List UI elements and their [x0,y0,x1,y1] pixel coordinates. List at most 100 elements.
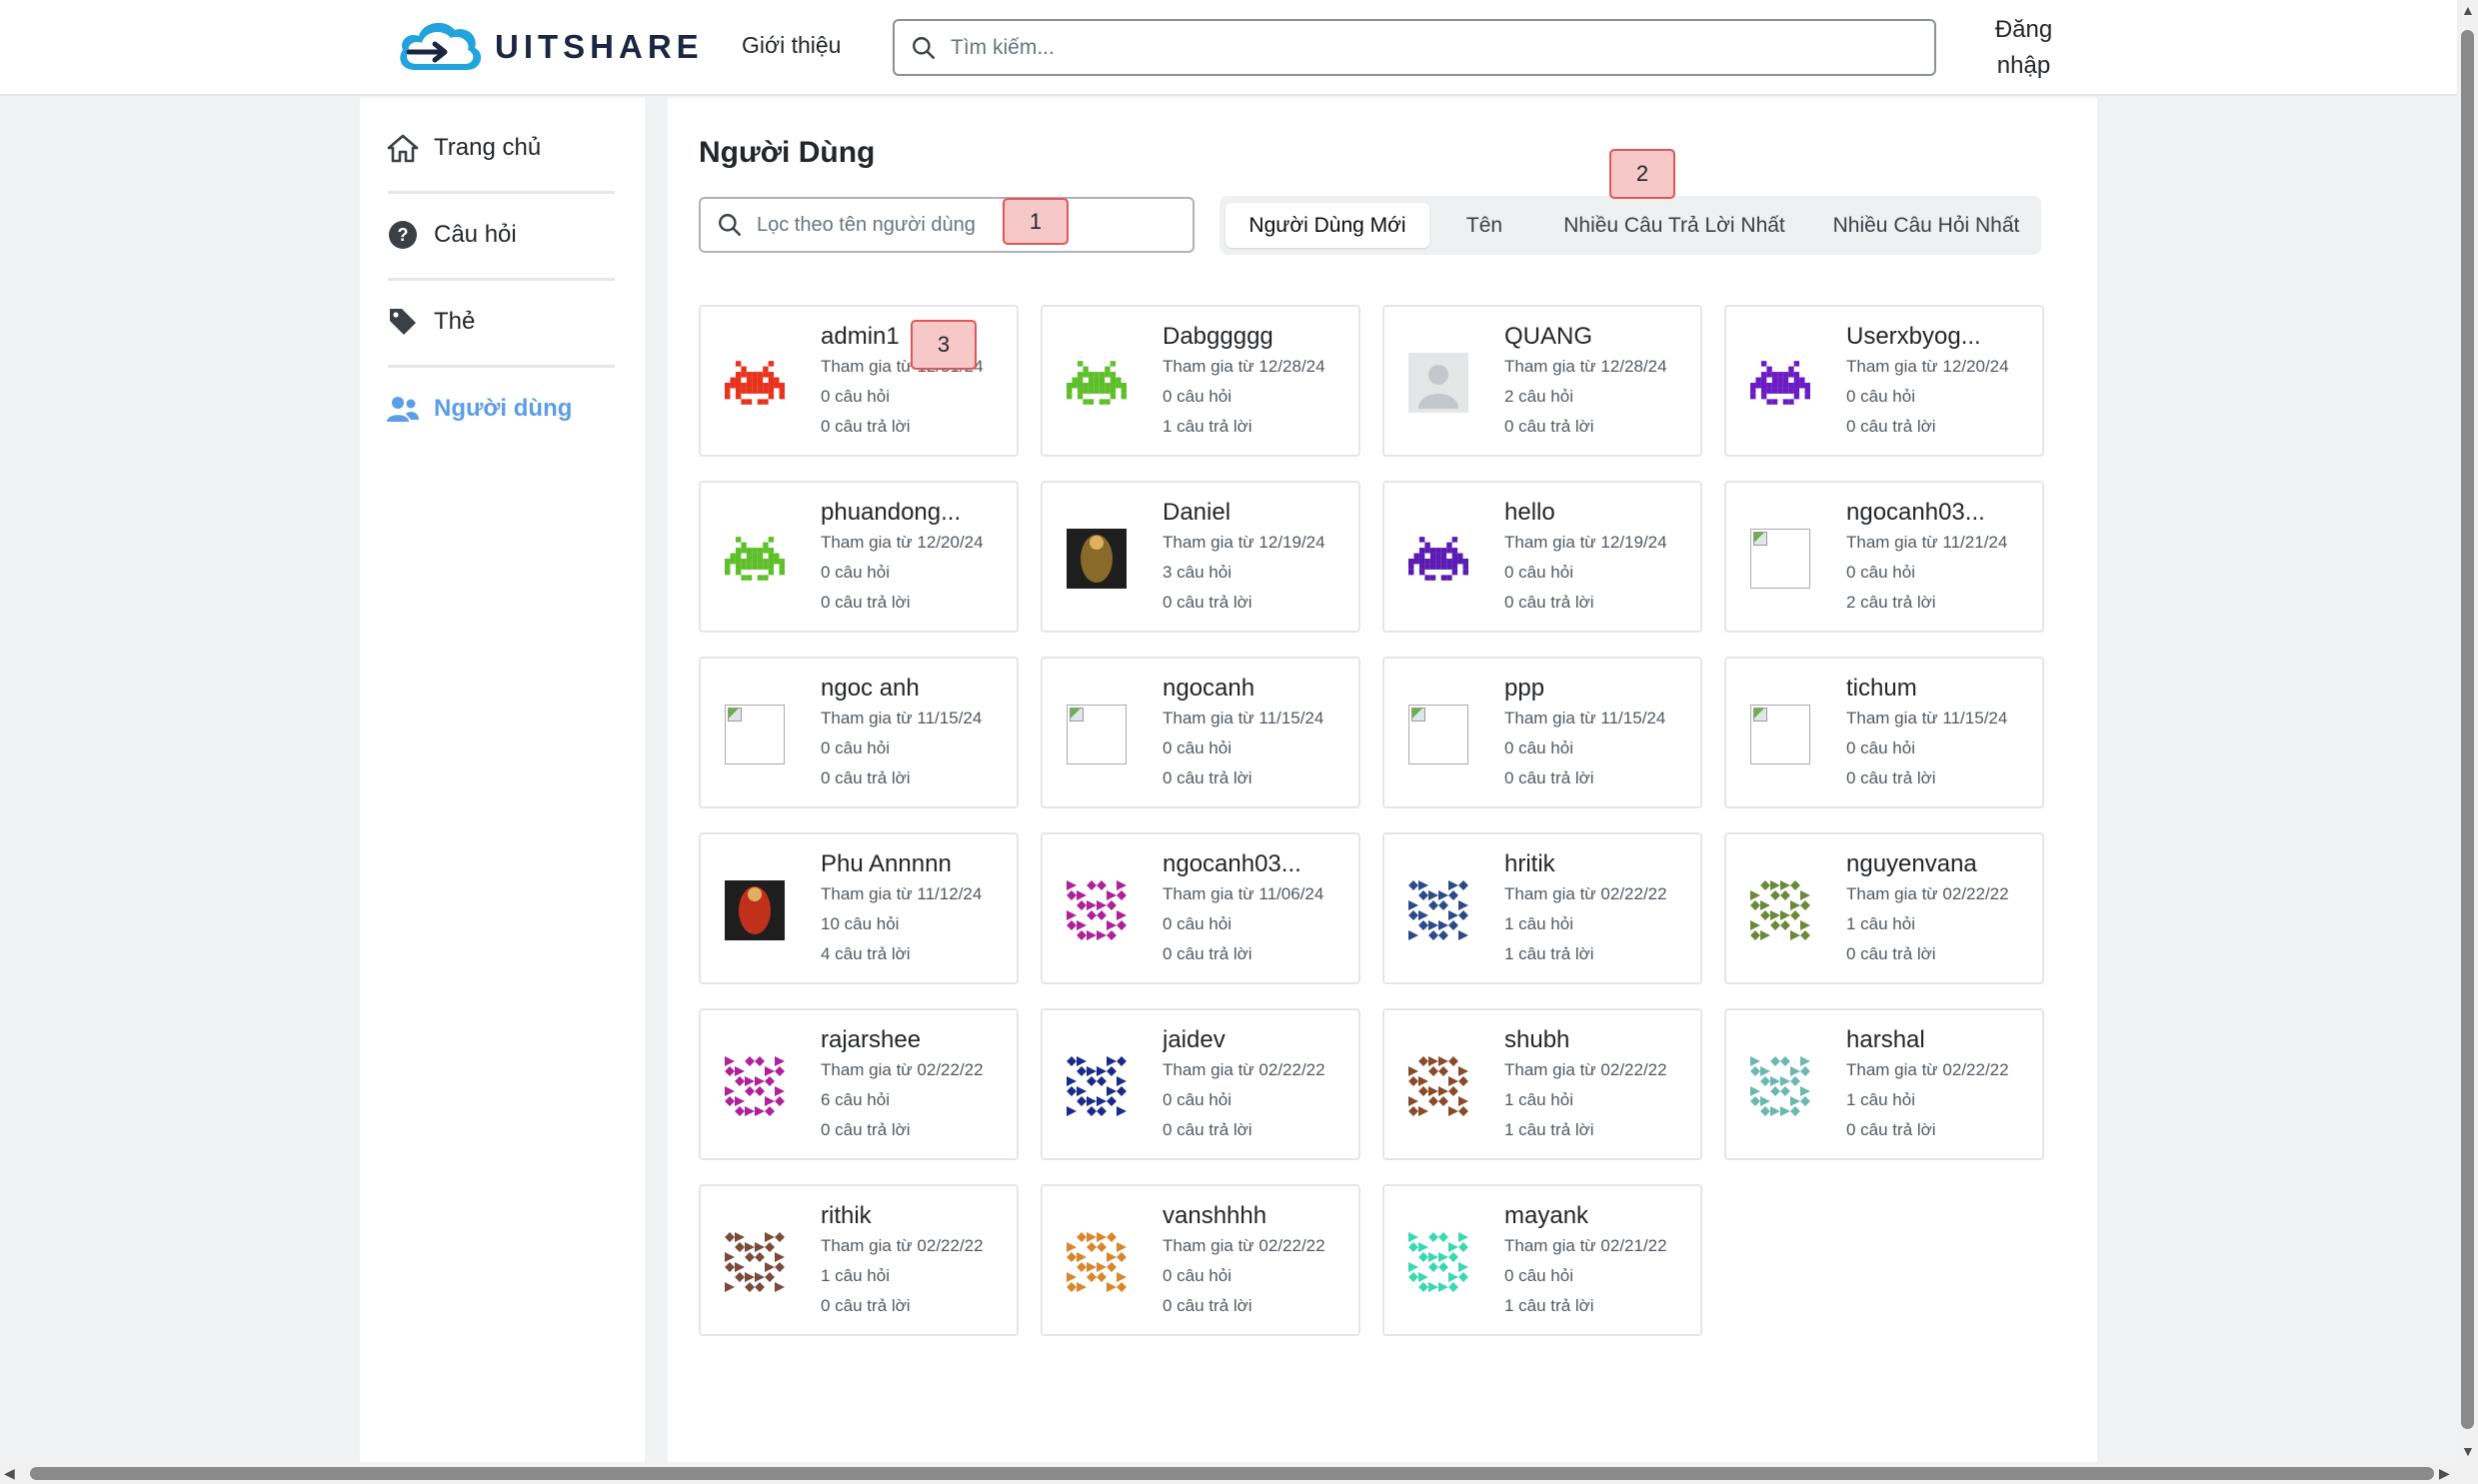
user-name[interactable]: ngocanh03... [1846,499,1985,527]
user-card[interactable]: Phu Annnnn Tham gia từ 11/12/24 10 câu hỏi… [699,832,1019,984]
user-card[interactable]: Daniel Tham gia từ 12/19/24 3 câu hỏi 0 câu… [1041,481,1360,633]
user-avatar[interactable] [1067,1056,1127,1116]
user-card[interactable]: vanshhhh Tham gia từ 02/22/22 0 câu hỏi 0 c… [1041,1184,1360,1336]
user-card[interactable]: Dabggggg Tham gia từ 12/28/24 0 câu hỏi 1 c… [1041,305,1360,457]
tab-most-answers[interactable]: Nhiều Câu Trả Lời Nhất [1539,203,1809,248]
user-avatar[interactable] [1067,880,1127,940]
user-name[interactable]: rithik [821,1202,872,1230]
user-card[interactable]: hritik Tham gia từ 02/22/22 1 câu hỏi 1 câu… [1382,832,1702,984]
user-avatar[interactable] [725,1232,785,1292]
user-name[interactable]: harshal [1846,1026,1925,1054]
user-card[interactable]: rithik Tham gia từ 02/22/22 1 câu hỏi 0 câu… [699,1184,1019,1336]
user-name[interactable]: ngoc anh [821,675,920,703]
user-name[interactable]: ppp [1504,675,1544,703]
user-card[interactable]: jaidev Tham gia từ 02/22/22 0 câu hỏi 0 câu… [1041,1008,1360,1160]
user-name[interactable]: mayank [1504,1202,1588,1230]
sidebar-item-users[interactable]: Người dùng [386,365,616,452]
user-name[interactable]: tichum [1846,675,1917,703]
user-avatar[interactable] [1750,1056,1810,1116]
tab-newest-users[interactable]: Người Dùng Mới [1226,203,1429,248]
user-avatar[interactable] [1750,353,1810,413]
user-avatar[interactable] [1750,705,1810,764]
user-card[interactable]: rajarshee Tham gia từ 02/22/22 6 câu hỏi 0 … [699,1008,1019,1160]
user-card[interactable]: phuandong... Tham gia từ 12/20/24 0 câu hỏ… [699,481,1019,633]
user-filter-input[interactable]: Lọc theo tên người dùng [757,214,976,237]
user-name[interactable]: phuandong... [821,499,961,527]
user-avatar[interactable] [725,1056,785,1116]
user-card[interactable]: mayank Tham gia từ 02/21/22 0 câu hỏi 1 câu… [1382,1184,1702,1336]
user-card[interactable]: ngoc anh Tham gia từ 11/15/24 0 câu hỏi 0 c… [699,657,1019,808]
user-answers: 0 câu trả lời [821,593,911,612]
svg-text:?: ? [398,225,409,245]
user-avatar[interactable] [1408,705,1468,764]
user-avatar[interactable] [1067,529,1127,589]
user-avatar[interactable] [1408,880,1468,940]
vertical-scroll-thumb[interactable] [2461,30,2474,1429]
user-questions: 10 câu hỏi [821,914,900,933]
search-input[interactable]: Tìm kiếm... [951,36,1055,60]
user-card[interactable]: ppp Tham gia từ 11/15/24 0 câu hỏi 0 câu tr… [1382,657,1702,808]
user-card[interactable]: ngocanh03... Tham gia từ 11/21/24 0 câu hỏ… [1724,481,2044,633]
vertical-scrollbar[interactable]: ▲ ▼ [2457,0,2478,1463]
user-name[interactable]: jaidev [1163,1026,1226,1054]
user-questions: 0 câu hỏi [1163,739,1232,757]
user-name[interactable]: vanshhhh [1163,1202,1266,1230]
user-name[interactable]: shubh [1504,1026,1569,1054]
user-card[interactable]: shubh Tham gia từ 02/22/22 1 câu hỏi 1 câu … [1382,1008,1702,1160]
logo[interactable]: UITSHARE [395,14,704,80]
user-avatar[interactable] [725,529,785,589]
user-card[interactable]: Userxbyog... Tham gia từ 12/20/24 0 câu hỏ… [1724,305,2044,457]
sidebar-item-tags[interactable]: Thẻ [386,278,616,365]
scroll-down-icon[interactable]: ▼ [2461,1443,2475,1459]
user-avatar[interactable] [725,880,785,940]
user-avatar[interactable] [1067,705,1127,764]
user-name[interactable]: ngocanh [1163,675,1254,703]
user-card[interactable]: nguyenvana Tham gia từ 02/22/22 1 câu hỏi 0… [1724,832,2044,984]
user-card[interactable]: tichum Tham gia từ 11/15/24 0 câu hỏi 0 câu… [1724,657,2044,808]
user-avatar[interactable] [1750,529,1810,589]
user-name[interactable]: Daniel [1163,499,1231,527]
sort-tabs: Người Dùng Mới Tên Nhiều Câu Trả Lời Nhấ… [1220,196,2041,255]
search-box[interactable]: Tìm kiếm... [893,19,1936,76]
user-card[interactable]: hello Tham gia từ 12/19/24 0 câu hỏi 0 câu … [1382,481,1702,633]
user-answers: 1 câu trả lời [1504,1296,1594,1315]
user-name[interactable]: ngocanh03... [1163,850,1301,878]
tab-most-questions[interactable]: Nhiều Câu Hỏi Nhất [1817,203,2035,248]
horizontal-scrollbar[interactable]: ◀ ▶ [0,1463,2478,1484]
user-name[interactable]: Phu Annnnn [821,850,952,878]
user-name[interactable]: QUANG [1504,323,1592,351]
scroll-right-icon[interactable]: ▶ [2439,1465,2450,1482]
tab-name[interactable]: Tên [1437,203,1531,248]
nav-about-link[interactable]: Giới thiệu [742,32,841,59]
user-avatar[interactable] [1408,1056,1468,1116]
scroll-up-icon[interactable]: ▲ [2461,2,2475,18]
user-joined: Tham gia từ 11/15/24 [1504,709,1666,728]
user-card[interactable]: ngocanh03... Tham gia từ 11/06/24 0 câu hỏ… [1041,832,1360,984]
user-card[interactable]: harshal Tham gia từ 02/22/22 1 câu hỏi 0 câ… [1724,1008,2044,1160]
user-avatar[interactable] [725,353,785,413]
sidebar-item-questions[interactable]: ? Câu hỏi [386,191,616,278]
user-answers: 1 câu trả lời [1504,1120,1594,1139]
user-avatar[interactable] [1408,353,1468,413]
user-avatar[interactable] [1067,1232,1127,1292]
user-avatar[interactable] [725,705,785,764]
user-name[interactable]: Dabggggg [1163,323,1273,351]
user-card[interactable]: ngocanh Tham gia từ 11/15/24 0 câu hỏi 0 câ… [1041,657,1360,808]
horizontal-scroll-thumb[interactable] [30,1467,2434,1480]
user-name[interactable]: hello [1504,499,1555,527]
user-name[interactable]: rajarshee [821,1026,921,1054]
user-name[interactable]: nguyenvana [1846,850,1977,878]
login-link[interactable]: Đăng nhập [1991,12,2056,84]
user-name[interactable]: hritik [1504,850,1555,878]
user-avatar[interactable] [1067,353,1127,413]
sidebar-item-home[interactable]: Trang chủ [386,104,616,191]
user-answers: 4 câu trả lời [821,944,911,963]
user-filter-box[interactable]: Lọc theo tên người dùng [699,197,1195,253]
user-name[interactable]: admin1 [821,323,900,351]
user-avatar[interactable] [1408,1232,1468,1292]
scroll-left-icon[interactable]: ◀ [4,1465,15,1482]
user-card[interactable]: QUANG Tham gia từ 12/28/24 2 câu hỏi 0 câu … [1382,305,1702,457]
user-name[interactable]: Userxbyog... [1846,323,1981,351]
user-avatar[interactable] [1750,880,1810,940]
user-avatar[interactable] [1408,529,1468,589]
